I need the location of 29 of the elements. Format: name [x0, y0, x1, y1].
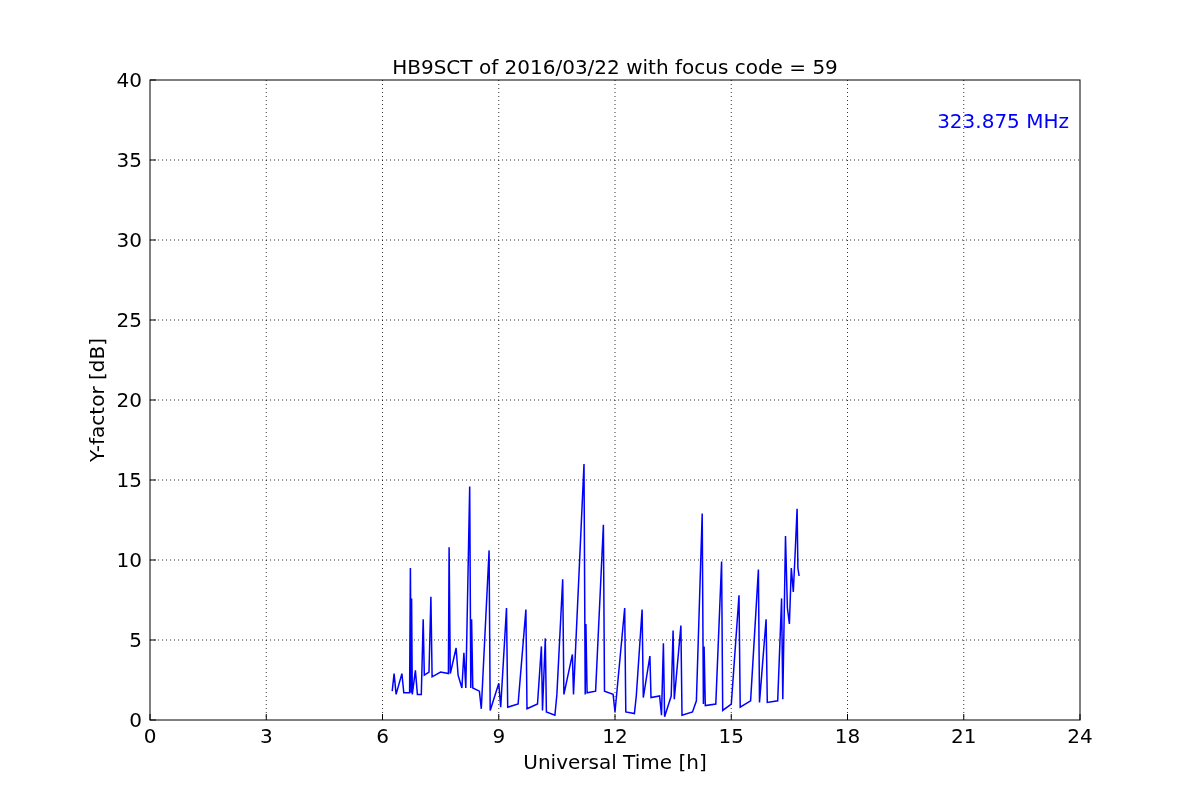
- x-axis-label: Universal Time [h]: [523, 750, 707, 774]
- chart-title: HB9SCT of 2016/03/22 with focus code = 59: [392, 55, 838, 79]
- y-tick-label: 30: [116, 228, 142, 252]
- x-tick-label: 3: [259, 724, 273, 748]
- y-tick-mark: [149, 479, 157, 481]
- x-tick-label: 21: [951, 724, 977, 748]
- y-tick-mark: [149, 639, 157, 641]
- y-tick-label: 0: [129, 708, 142, 732]
- x-tick-label: 18: [834, 724, 861, 748]
- y-tick-label: 10: [116, 548, 142, 572]
- y-tick-label: 40: [116, 68, 142, 92]
- x-tick-label: 9: [492, 724, 506, 748]
- x-tick-label: 0: [143, 724, 157, 748]
- y-tick-label: 20: [116, 388, 142, 412]
- y-tick-mark: [149, 239, 157, 241]
- y-tick-label: 15: [116, 468, 142, 492]
- x-tick-label: 24: [1067, 724, 1093, 748]
- y-tick-mark: [149, 399, 157, 401]
- x-tick-label: 15: [718, 724, 744, 748]
- y-tick-label: 35: [116, 148, 142, 172]
- y-tick-mark: [149, 319, 157, 321]
- x-tick-label: 6: [376, 724, 389, 748]
- y-tick-label: 5: [129, 628, 142, 652]
- y-tick-mark: [149, 159, 157, 161]
- x-tick-label: 12: [602, 724, 628, 748]
- y-axis-label: Y-factor [dB]: [85, 338, 109, 462]
- y-tick-mark: [149, 559, 157, 561]
- y-tick-label: 25: [116, 308, 142, 332]
- frequency-annotation: 323.875 MHz: [937, 109, 1069, 133]
